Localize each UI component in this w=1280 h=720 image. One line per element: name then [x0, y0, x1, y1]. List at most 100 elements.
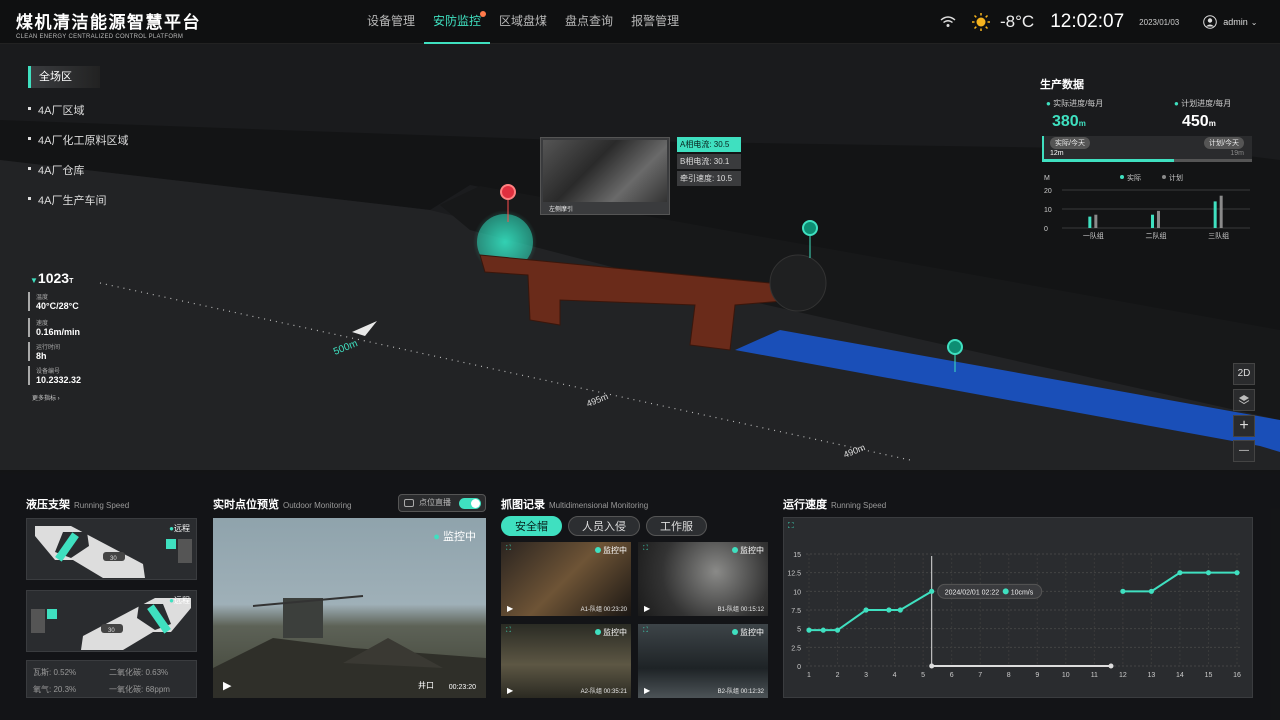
status-area: -8°C 12:02:07 2023/01/03 admin ⌄ [940, 0, 1257, 44]
play-icon[interactable]: ▶ [507, 686, 513, 695]
tonnage: ▼1023T [30, 270, 74, 286]
y-axis-label: M [1044, 175, 1050, 182]
metric-temperature: 温度 40°C/28°C [28, 292, 100, 311]
sensor-marker[interactable] [947, 339, 963, 355]
region-item[interactable]: 4A厂化工原料区域 [28, 132, 128, 148]
region-item[interactable]: 4A厂区域 [28, 102, 128, 118]
data-point [929, 588, 935, 594]
bar [1088, 216, 1092, 228]
username: admin [1223, 17, 1248, 27]
svg-text:30: 30 [108, 628, 115, 634]
sensor-marker[interactable] [802, 220, 818, 236]
scene-camera-popup[interactable]: 左侧摩引 [540, 137, 670, 215]
data-point [1177, 570, 1183, 576]
bar [1213, 201, 1217, 228]
x-tick-label: 5 [921, 672, 925, 679]
zoom-in-button[interactable]: + [1233, 415, 1255, 437]
y-tick-label: 5 [797, 627, 801, 634]
x-tick-label: 1 [807, 672, 811, 679]
progress-marker [1042, 136, 1044, 162]
x-tick-label: 9 [1035, 672, 1039, 679]
speed-line-chart: 02.557.51012.5151 2 3 4 5 6 7 8 9 10 11 12 13 14 15 162… [787, 552, 1242, 679]
capture-camera[interactable]: ⛶ 监控中 ▶ B1-队组 00:15:12 [638, 542, 768, 616]
user-menu[interactable]: admin ⌄ [1203, 15, 1257, 29]
outdoor-camera-feed[interactable]: ● 监控中 ▶ 井口 00:23:20 [213, 518, 486, 698]
layers-button[interactable] [1233, 389, 1255, 411]
x-tick-label: 7 [978, 672, 982, 679]
region-item[interactable]: 4A厂生产车间 [28, 192, 128, 208]
reading-row: B相电流: 30.1 [677, 154, 741, 169]
y-tick-label: 10 [793, 589, 801, 596]
x-tick-label: 3 [864, 672, 868, 679]
expand-icon[interactable]: ⛶ [643, 627, 648, 635]
mode-2d-button[interactable]: 2D [1233, 363, 1255, 385]
more-metrics-link[interactable]: 更多指标 › [32, 393, 60, 402]
alarm-marker[interactable] [500, 184, 516, 200]
y-tick-label: 15 [793, 552, 801, 559]
capture-camera[interactable]: ⛶ 监控中 ▶ A1-队组 00:23:20 [501, 542, 631, 616]
data-point [1205, 570, 1212, 576]
chevron-down-icon: ⌄ [1250, 17, 1258, 27]
nav-item-inventory[interactable]: 盘点查询 [556, 0, 622, 44]
nav-item-alarm[interactable]: 报警管理 [622, 0, 688, 44]
x-tick-label: 4 [893, 672, 897, 679]
nav-item-security[interactable]: 安防监控 [424, 0, 491, 44]
y-tick-label: 2.5 [791, 645, 801, 652]
metric-device-id: 设备编号 10.2332.32 [28, 366, 100, 385]
wifi-icon [940, 16, 956, 27]
hydraulic-support-card[interactable]: 30 ●远程 [26, 518, 197, 580]
capture-tabs: 安全帽 人员入侵 工作服 [501, 516, 713, 536]
tab-helmet[interactable]: 安全帽 [501, 516, 562, 536]
equipment-readings: A相电流: 30.5 B相电流: 30.1 牵引速度: 10.5 [677, 137, 741, 186]
video-time: 00:23:20 [448, 684, 476, 691]
tab-intrusion[interactable]: 人员入侵 [568, 516, 640, 536]
progress-fill [1042, 159, 1175, 162]
x-tick-label: 15 [1205, 672, 1213, 679]
nav-item-device[interactable]: 设备管理 [358, 0, 424, 44]
capture-camera[interactable]: ⛶ 监控中 ▶ B2-队组 00:12:32 [638, 624, 768, 698]
play-icon[interactable]: ▶ [507, 604, 513, 613]
y-tick-label: 0 [1044, 226, 1048, 233]
expand-icon[interactable]: ⛶ [506, 545, 511, 553]
range-handle [1108, 663, 1114, 669]
live-toggle[interactable]: 点位直播 [398, 494, 486, 512]
region-item[interactable]: 4A厂仓库 [28, 162, 128, 178]
play-icon[interactable]: ▶ [223, 679, 231, 692]
data-point [886, 607, 892, 613]
plan-label: ● 计划进度/每月 [1174, 99, 1232, 108]
tooltip-value: 10cm/s [1011, 589, 1034, 596]
zoom-out-button[interactable]: — [1233, 440, 1255, 462]
toggle-switch[interactable] [459, 498, 481, 509]
status-indicator [47, 609, 57, 619]
speed-chart-card: ⛶ 0 2.5 5 7.5 10 12.5 15 1 2 3 4 5 6 7 8 9 10 11 12 13 14 15 1… [783, 517, 1253, 698]
data-point [1234, 570, 1240, 576]
bar [1151, 214, 1154, 228]
y-tick-label: 12.5 [787, 571, 801, 578]
support-block [31, 609, 45, 633]
data-point [863, 607, 869, 613]
region-header[interactable]: 全场区 [28, 66, 100, 88]
hydraulic-support-icon: 30 [35, 526, 145, 578]
tab-workwear[interactable]: 工作服 [646, 516, 707, 536]
production-bar-chart: M 实际 计划 20 10 0 一队组 二队组 三队组 [1044, 173, 1250, 240]
nav-item-coal[interactable]: 区域盘煤 [490, 0, 556, 44]
gas-reading: 瓦斯: 0.52% [33, 668, 77, 677]
toggle-label: 点位直播 [419, 498, 451, 507]
expand-icon[interactable]: ⛶ [643, 545, 648, 553]
expand-icon[interactable]: ⛶ [506, 627, 511, 635]
plan-today-value: 19m [1230, 150, 1244, 157]
hydraulic-support-card[interactable]: 30 ●远程 [26, 590, 197, 652]
data-point [820, 627, 826, 633]
remote-status: ●远程 [169, 596, 190, 605]
play-icon[interactable]: ▶ [644, 686, 650, 695]
play-icon[interactable]: ▶ [644, 604, 650, 613]
bar [1157, 210, 1160, 228]
support-block [178, 539, 192, 563]
app-title: 煤机清洁能源智慧平台 [16, 13, 201, 32]
monitor-status: ● 监控中 [433, 531, 476, 543]
date: 2023/01/03 [1139, 17, 1180, 27]
capture-camera[interactable]: ⛶ 监控中 ▶ A2-队组 00:35:21 [501, 624, 631, 698]
preview-title: 实时点位预览 Outdoor Monitoring [213, 499, 352, 511]
x-tick-label: 16 [1233, 672, 1241, 679]
layers-icon [1238, 395, 1250, 405]
